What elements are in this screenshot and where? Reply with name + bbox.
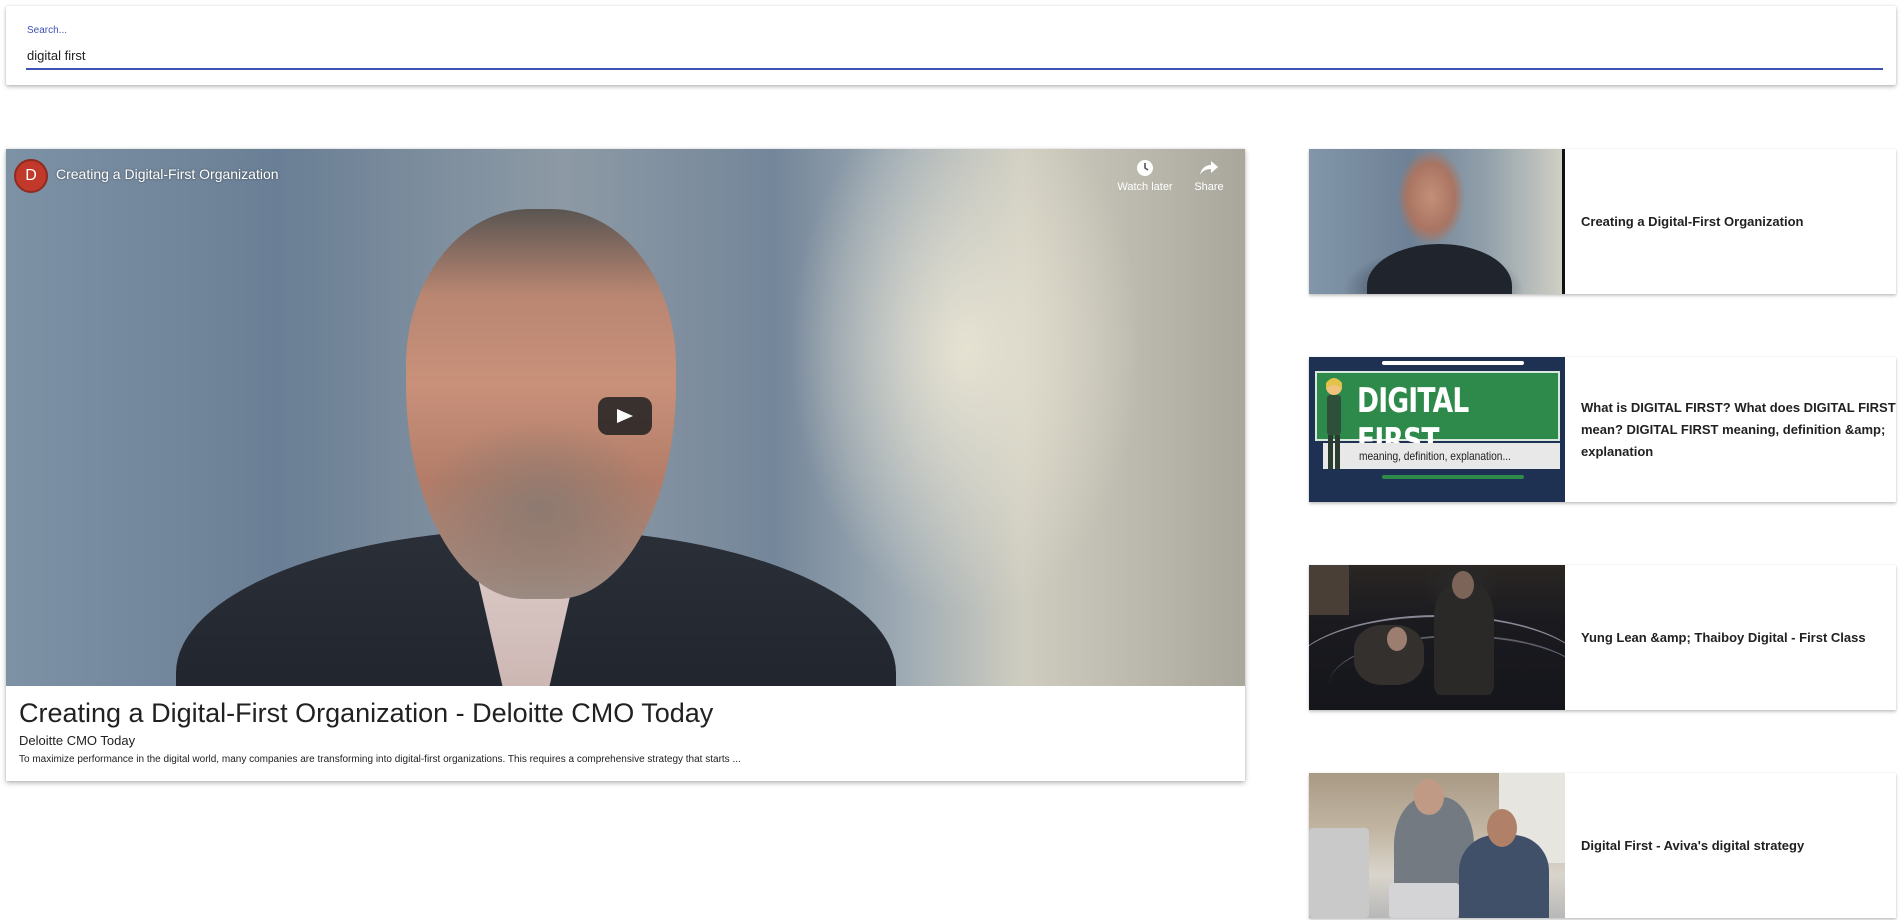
thumbnail-person-head: [1387, 627, 1407, 651]
watch-later-button[interactable]: Watch later: [1110, 159, 1180, 193]
share-button[interactable]: Share: [1184, 159, 1234, 193]
related-video-item[interactable]: Digital First - Aviva's digital strategy: [1309, 773, 1896, 918]
main-video-card: D Creating a Digital-First Organization …: [6, 149, 1245, 781]
video-player[interactable]: D Creating a Digital-First Organization …: [6, 149, 1245, 686]
thumbnail-figure: [1367, 244, 1512, 294]
related-thumbnail[interactable]: [1309, 149, 1565, 294]
thumbnail-person: [1434, 585, 1494, 695]
related-video-item[interactable]: DIGITAL FIRST meaning, definition, expla…: [1309, 357, 1896, 502]
share-label: Share: [1194, 181, 1224, 193]
thumbnail-subheading: meaning, definition, explanation...: [1359, 449, 1511, 463]
play-icon: [617, 409, 633, 423]
video-title: Creating a Digital-First Organization - …: [19, 698, 714, 728]
search-card: Search...: [6, 6, 1896, 85]
cartoon-woman-illustration: [1326, 378, 1342, 469]
thumbnail-person-head: [1414, 779, 1444, 815]
clock-icon: [1110, 159, 1180, 181]
thumbnail-person-head: [1487, 809, 1517, 847]
related-video-item[interactable]: Creating a Digital-First Organization: [1309, 149, 1896, 294]
thumbnail-decor-line: [1382, 361, 1524, 365]
channel-avatar[interactable]: D: [14, 159, 48, 193]
thumbnail-person: [1459, 835, 1549, 918]
related-video-title[interactable]: Yung Lean &amp; Thaiboy Digital - First …: [1581, 565, 1896, 710]
related-video-title[interactable]: What is DIGITAL FIRST? What does DIGITAL…: [1581, 357, 1896, 502]
related-video-title[interactable]: Digital First - Aviva's digital strategy: [1581, 773, 1896, 918]
watch-later-label: Watch later: [1117, 181, 1173, 193]
thumbnail-monitor: [1309, 828, 1369, 918]
related-thumbnail[interactable]: [1309, 565, 1565, 710]
thumbnail-decor-line: [1382, 475, 1524, 479]
thumbnail-laptop: [1389, 883, 1459, 918]
thumbnail-person-head: [1452, 571, 1474, 599]
player-overlay-title[interactable]: Creating a Digital-First Organization: [56, 166, 279, 182]
video-description: To maximize performance in the digital w…: [19, 754, 741, 765]
related-video-title[interactable]: Creating a Digital-First Organization: [1581, 149, 1896, 294]
search-label: Search...: [27, 25, 68, 36]
related-thumbnail[interactable]: DIGITAL FIRST meaning, definition, expla…: [1309, 357, 1565, 502]
share-arrow-icon: [1184, 159, 1234, 181]
play-button[interactable]: [598, 397, 652, 435]
related-thumbnail[interactable]: [1309, 773, 1565, 918]
search-input[interactable]: [26, 42, 1883, 70]
thumbnail-background-door: [1309, 565, 1349, 615]
related-video-item[interactable]: Yung Lean &amp; Thaiboy Digital - First …: [1309, 565, 1896, 710]
video-channel: Deloitte CMO Today: [19, 733, 136, 748]
